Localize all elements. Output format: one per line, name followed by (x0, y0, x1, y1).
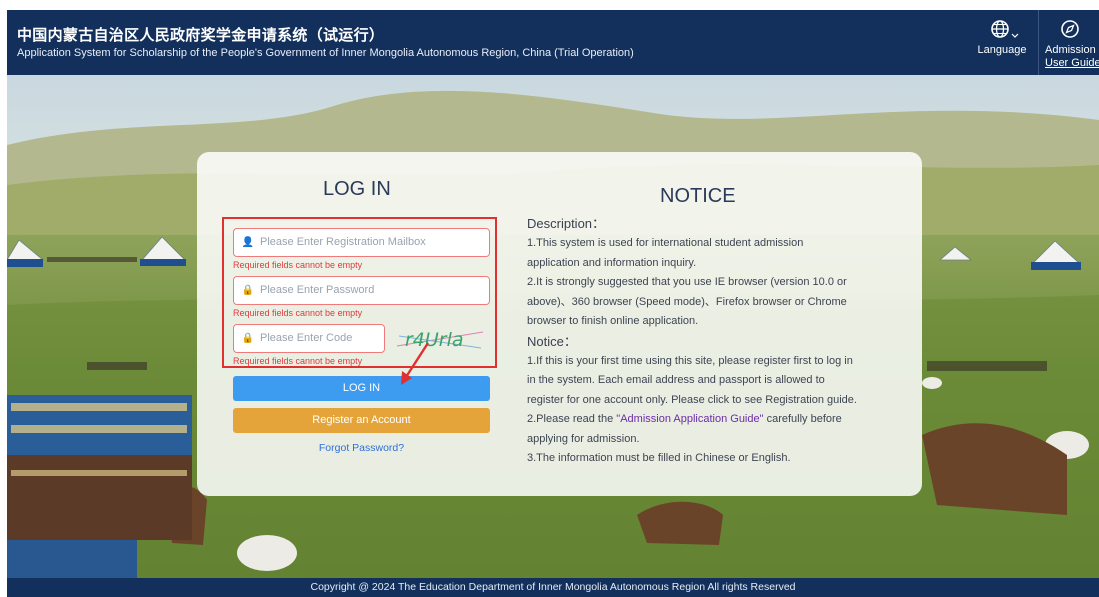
captcha-text: r4Urla (405, 329, 464, 351)
chevron-down-icon (1011, 33, 1019, 38)
login-notice-panel: LOG IN 👤 Please Enter Registration Mailbo… (197, 152, 922, 496)
password-placeholder: Please Enter Password (260, 284, 375, 296)
guide-suffix: carefully before (763, 413, 842, 425)
guide-label-line2: User Guide (1045, 57, 1099, 69)
lock-icon: 🔒 (241, 285, 255, 296)
compass-icon (1045, 16, 1099, 44)
notice-line: 3.The information must be filled in Chin… (527, 452, 791, 464)
description-line: application and information inquiry. (527, 256, 697, 269)
app-window: 中国内蒙古自治区人民政府奖学金申请系统（试运行） Application Sys… (7, 10, 1099, 597)
top-header: 中国内蒙古自治区人民政府奖学金申请系统（试运行） Application Sys… (7, 10, 1099, 75)
description-heading: Description： (527, 216, 606, 231)
mailbox-input[interactable]: 👤 Please Enter Registration Mailbox (233, 228, 490, 257)
notice-title: NOTICE (660, 185, 736, 207)
notice-line: in the system. Each email address and pa… (527, 374, 825, 386)
globe-icon (976, 16, 1028, 44)
code-placeholder: Please Enter Code (260, 332, 353, 344)
guide-prefix: 2.Please read the (527, 413, 617, 425)
header-divider (1038, 10, 1039, 75)
password-input[interactable]: 🔒 Please Enter Password (233, 276, 490, 305)
site-title-chinese: 中国内蒙古自治区人民政府奖学金申请系统（试运行） (17, 27, 385, 44)
language-switcher[interactable]: Language (976, 16, 1028, 56)
code-input[interactable]: 🔒 Please Enter Code (233, 324, 385, 353)
login-button[interactable]: LOG IN (233, 376, 490, 401)
description-line: 1.This system is used for international … (527, 237, 804, 249)
description-line: browser to finish online application. (527, 315, 699, 327)
code-error: Required fields cannot be empty (233, 356, 363, 366)
forgot-password-link[interactable]: Forgot Password? (233, 442, 490, 454)
description-line: 2.It is strongly suggested that you use … (527, 276, 847, 288)
notice-line: 2.Please read the "Admission Application… (527, 410, 872, 430)
site-title-english: Application System for Scholarship of th… (17, 47, 634, 59)
user-icon: 👤 (241, 237, 255, 248)
notice-text: Description： 1.This system is used for i… (527, 214, 872, 469)
notice-line: applying for admission. (527, 432, 640, 445)
lock-icon: 🔒 (241, 333, 255, 344)
admission-user-guide-button[interactable]: Admission User Guide (1045, 16, 1099, 70)
login-title: LOG IN (323, 178, 391, 200)
register-button[interactable]: Register an Account (233, 408, 490, 433)
mailbox-placeholder: Please Enter Registration Mailbox (260, 236, 426, 248)
captcha-image[interactable]: r4Urla (395, 324, 487, 354)
mailbox-error: Required fields cannot be empty (233, 260, 363, 270)
language-label: Language (977, 44, 1027, 56)
footer-copyright: Copyright @ 2024 The Education Departmen… (7, 578, 1099, 597)
description-line: above)、360 browser (Speed mode)、Firefox … (527, 295, 847, 308)
password-error: Required fields cannot be empty (233, 308, 363, 318)
admission-application-guide-link[interactable]: "Admission Application Guide" (616, 413, 763, 425)
notice-line: register for one account only. Please cl… (527, 393, 857, 406)
notice-line: 1.If this is your first time using this … (527, 354, 853, 367)
notice-heading: Notice： (527, 333, 577, 349)
guide-label-line1: Admission (1045, 44, 1096, 56)
